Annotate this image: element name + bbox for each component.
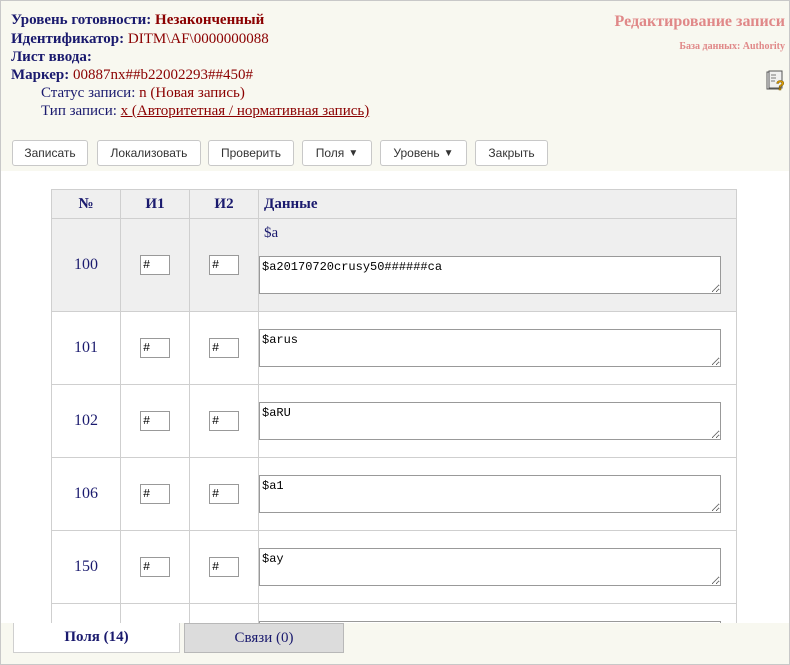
- input-sheet-line: Лист ввода:: [11, 49, 92, 66]
- indicator-i1-input[interactable]: [140, 255, 170, 275]
- readiness-value: Незаконченный: [155, 12, 265, 28]
- tab-fields[interactable]: Поля (14): [13, 623, 180, 653]
- indicator-i2-input[interactable]: [209, 411, 239, 431]
- indicator-i2-input[interactable]: [209, 338, 239, 358]
- save-button[interactable]: Записать: [12, 140, 88, 166]
- identifier-value: DITM\AF\0000000088: [127, 31, 269, 47]
- indicator-cell-i2: [189, 603, 259, 623]
- field-data-textarea[interactable]: $ay: [259, 548, 721, 586]
- record-editor-window: Уровень готовности: Незаконченный Иденти…: [0, 0, 790, 665]
- field-data-textarea[interactable]: $a1: [259, 475, 721, 513]
- chevron-down-icon: ▼: [348, 147, 359, 159]
- fields-table: № И1 И2 Данные 100 $a $a20170720crusy50###…: [51, 189, 737, 623]
- chevron-down-icon: ▼: [443, 147, 454, 159]
- fields-panel[interactable]: № И1 И2 Данные 100 $a $a20170720crusy50###…: [1, 171, 789, 623]
- level-dropdown-button[interactable]: Уровень ▼: [380, 140, 467, 166]
- bottom-tab-bar: Поля (14) Связи (0): [1, 623, 789, 664]
- readiness-label: Уровень готовности:: [11, 12, 152, 28]
- fields-button-label: Поля: [315, 146, 345, 160]
- data-cell: $apsbo: [258, 603, 737, 623]
- level-button-label: Уровень: [393, 146, 440, 160]
- check-button[interactable]: Проверить: [208, 140, 294, 166]
- column-header-i1: И1: [120, 189, 190, 219]
- record-type-link[interactable]: x (Авторитетная / нормативная запись): [121, 103, 370, 119]
- database-label: База данных: Authority: [679, 41, 785, 52]
- field-tag: 152: [51, 603, 121, 623]
- table-row: 152 $apsbo: [51, 603, 737, 623]
- indicator-cell-i1: [120, 384, 190, 458]
- indicator-i1-input[interactable]: [140, 411, 170, 431]
- data-cell: $a $a20170720crusy50######ca: [258, 218, 737, 312]
- field-tag: 101: [51, 311, 121, 385]
- column-header-data: Данные: [258, 189, 737, 219]
- indicator-cell-i2: [189, 218, 259, 312]
- indicator-cell-i1: [120, 457, 190, 531]
- svg-text:?: ?: [776, 77, 785, 92]
- close-button[interactable]: Закрыть: [475, 140, 548, 166]
- column-header-number: №: [51, 189, 121, 219]
- input-sheet-label: Лист ввода:: [11, 49, 92, 65]
- localize-button[interactable]: Локализовать: [97, 140, 201, 166]
- indicator-cell-i2: [189, 384, 259, 458]
- table-row: 100 $a $a20170720crusy50######ca: [51, 218, 737, 312]
- table-row: 102 $aRU: [51, 384, 737, 458]
- fields-table-body: 100$a$a20170720crusy50######ca101$arus10…: [51, 218, 737, 623]
- marker-label: Маркер:: [11, 67, 70, 83]
- status-label: Статус записи:: [41, 85, 136, 101]
- indicator-i1-input[interactable]: [140, 484, 170, 504]
- indicator-cell-i2: [189, 311, 259, 385]
- table-row: 106 $a1: [51, 457, 737, 531]
- field-tag: 150: [51, 530, 121, 604]
- identifier-label: Идентификатор:: [11, 31, 125, 47]
- status-value: n (Новая запись): [139, 85, 245, 101]
- indicator-i2-input[interactable]: [209, 557, 239, 577]
- table-row: 101 $arus: [51, 311, 737, 385]
- indicator-cell-i2: [189, 457, 259, 531]
- indicator-i1-input[interactable]: [140, 557, 170, 577]
- edit-record-title: Редактирование записи: [614, 13, 786, 30]
- record-header: Уровень готовности: Незаконченный Иденти…: [1, 1, 789, 171]
- data-cell: $arus: [258, 311, 737, 385]
- status-line: Статус записи: n (Новая запись): [41, 85, 245, 102]
- tab-links[interactable]: Связи (0): [184, 623, 344, 653]
- indicator-i2-input[interactable]: [209, 255, 239, 275]
- identifier-line: Идентификатор: DITM\AF\0000000088: [11, 31, 269, 48]
- indicator-cell-i1: [120, 603, 190, 623]
- data-cell: $a1: [258, 457, 737, 531]
- marker-line: Маркер: 00887nx##b22002293##450#: [11, 67, 253, 84]
- help-book-icon[interactable]: ?: [766, 70, 786, 93]
- data-cell: $aRU: [258, 384, 737, 458]
- indicator-cell-i1: [120, 311, 190, 385]
- marker-value: 00887nx##b22002293##450#: [73, 67, 254, 83]
- field-tag: 102: [51, 384, 121, 458]
- field-tag: 100: [51, 218, 121, 312]
- record-type-label: Тип записи:: [41, 103, 117, 119]
- field-data-textarea[interactable]: $a20170720crusy50######ca: [259, 256, 721, 294]
- field-tag: 106: [51, 457, 121, 531]
- indicator-i2-input[interactable]: [209, 484, 239, 504]
- record-type-line: Тип записи: x (Авторитетная / нормативна…: [41, 103, 369, 120]
- subfield-hint: $a: [264, 225, 279, 241]
- field-data-textarea[interactable]: $arus: [259, 329, 721, 367]
- indicator-i1-input[interactable]: [140, 338, 170, 358]
- table-row: 150 $ay: [51, 530, 737, 604]
- readiness-line: Уровень готовности: Незаконченный: [11, 12, 264, 29]
- fields-dropdown-button[interactable]: Поля ▼: [302, 140, 372, 166]
- column-header-i2: И2: [189, 189, 259, 219]
- indicator-cell-i1: [120, 530, 190, 604]
- data-cell: $ay: [258, 530, 737, 604]
- indicator-cell-i1: [120, 218, 190, 312]
- indicator-cell-i2: [189, 530, 259, 604]
- field-data-textarea[interactable]: $aRU: [259, 402, 721, 440]
- table-header-row: № И1 И2 Данные: [51, 189, 737, 219]
